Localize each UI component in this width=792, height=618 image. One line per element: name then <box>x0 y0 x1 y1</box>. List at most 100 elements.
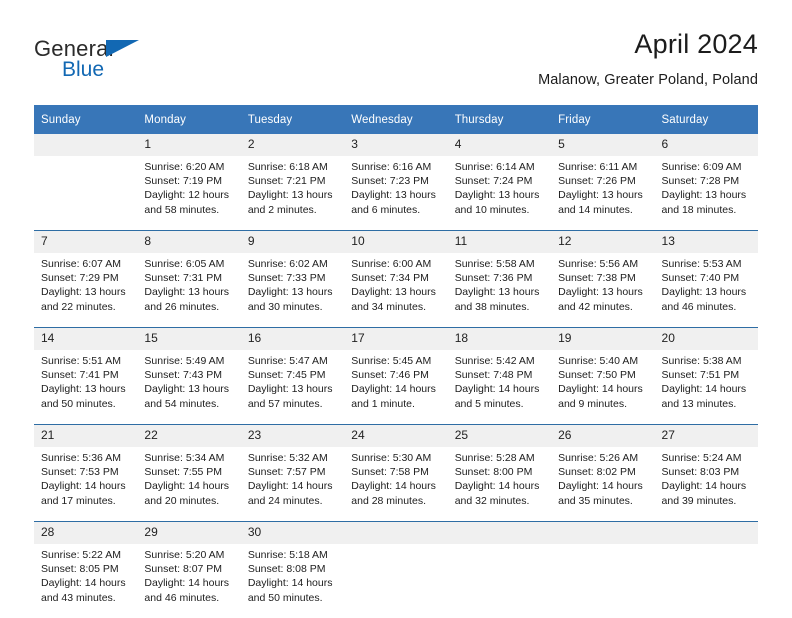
day-detail-line: Sunset: 7:58 PM <box>351 465 441 479</box>
general-blue-logo[interactable]: General Blue <box>34 28 214 84</box>
calendar-day-cell[interactable]: 28Sunrise: 5:22 AMSunset: 8:05 PMDayligh… <box>34 522 137 618</box>
calendar-day-cell[interactable]: 10Sunrise: 6:00 AMSunset: 7:34 PMDayligh… <box>344 231 447 328</box>
calendar-day-cell[interactable]: 22Sunrise: 5:34 AMSunset: 7:55 PMDayligh… <box>137 425 240 522</box>
day-detail-line: Daylight: 13 hours <box>144 382 234 396</box>
calendar-day-cell[interactable]: 24Sunrise: 5:30 AMSunset: 7:58 PMDayligh… <box>344 425 447 522</box>
day-detail-line: Sunset: 8:08 PM <box>248 562 338 576</box>
calendar-day-cell[interactable]: 21Sunrise: 5:36 AMSunset: 7:53 PMDayligh… <box>34 425 137 522</box>
day-details <box>448 544 551 618</box>
day-detail-line: and 32 minutes. <box>455 494 545 508</box>
day-details: Sunrise: 5:24 AMSunset: 8:03 PMDaylight:… <box>655 447 758 521</box>
calendar-week-row: 21Sunrise: 5:36 AMSunset: 7:53 PMDayligh… <box>34 425 758 522</box>
day-detail-line: Sunset: 7:38 PM <box>558 271 648 285</box>
calendar-day-cell[interactable]: 4Sunrise: 6:14 AMSunset: 7:24 PMDaylight… <box>448 134 551 231</box>
calendar-day-cell[interactable]: 14Sunrise: 5:51 AMSunset: 7:41 PMDayligh… <box>34 328 137 425</box>
calendar-day-cell[interactable]: 26Sunrise: 5:26 AMSunset: 8:02 PMDayligh… <box>551 425 654 522</box>
day-detail-line: Sunrise: 5:56 AM <box>558 257 648 271</box>
calendar-day-cell[interactable]: 3Sunrise: 6:16 AMSunset: 7:23 PMDaylight… <box>344 134 447 231</box>
day-detail-line: and 5 minutes. <box>455 397 545 411</box>
calendar-day-cell[interactable]: 5Sunrise: 6:11 AMSunset: 7:26 PMDaylight… <box>551 134 654 231</box>
day-detail-line: Sunset: 7:19 PM <box>144 174 234 188</box>
calendar-day-cell[interactable]: 16Sunrise: 5:47 AMSunset: 7:45 PMDayligh… <box>241 328 344 425</box>
calendar-day-cell[interactable]: 30Sunrise: 5:18 AMSunset: 8:08 PMDayligh… <box>241 522 344 618</box>
day-number: 7 <box>34 231 137 253</box>
day-number: 9 <box>241 231 344 253</box>
day-detail-line: Sunset: 7:29 PM <box>41 271 131 285</box>
weekday-header-wednesday: Wednesday <box>344 105 447 134</box>
weekday-header-saturday: Saturday <box>655 105 758 134</box>
calendar-day-cell[interactable]: 1Sunrise: 6:20 AMSunset: 7:19 PMDaylight… <box>137 134 240 231</box>
calendar-day-cell[interactable]: 29Sunrise: 5:20 AMSunset: 8:07 PMDayligh… <box>137 522 240 618</box>
day-detail-line: Sunrise: 5:40 AM <box>558 354 648 368</box>
day-detail-line: Sunset: 7:53 PM <box>41 465 131 479</box>
calendar-day-cell[interactable]: 12Sunrise: 5:56 AMSunset: 7:38 PMDayligh… <box>551 231 654 328</box>
calendar-day-cell[interactable]: 15Sunrise: 5:49 AMSunset: 7:43 PMDayligh… <box>137 328 240 425</box>
day-detail-line: Sunrise: 5:45 AM <box>351 354 441 368</box>
calendar-day-cell[interactable]: 23Sunrise: 5:32 AMSunset: 7:57 PMDayligh… <box>241 425 344 522</box>
day-detail-line: Sunrise: 5:24 AM <box>662 451 752 465</box>
day-number: 25 <box>448 425 551 447</box>
day-detail-line: Sunrise: 6:20 AM <box>144 160 234 174</box>
day-number: 22 <box>137 425 240 447</box>
day-details: Sunrise: 5:30 AMSunset: 7:58 PMDaylight:… <box>344 447 447 521</box>
day-detail-line: Sunrise: 6:11 AM <box>558 160 648 174</box>
day-detail-line: and 24 minutes. <box>248 494 338 508</box>
day-details: Sunrise: 5:28 AMSunset: 8:00 PMDaylight:… <box>448 447 551 521</box>
day-detail-line: and 43 minutes. <box>41 591 131 605</box>
day-detail-line: Sunrise: 5:34 AM <box>144 451 234 465</box>
day-detail-line: Sunrise: 5:49 AM <box>144 354 234 368</box>
calendar-day-cell[interactable]: 13Sunrise: 5:53 AMSunset: 7:40 PMDayligh… <box>655 231 758 328</box>
day-number <box>34 134 137 156</box>
day-detail-line: Sunset: 7:23 PM <box>351 174 441 188</box>
calendar-cell-empty <box>448 522 551 618</box>
day-detail-line: Sunset: 7:46 PM <box>351 368 441 382</box>
calendar-day-cell[interactable]: 6Sunrise: 6:09 AMSunset: 7:28 PMDaylight… <box>655 134 758 231</box>
calendar-day-cell[interactable]: 11Sunrise: 5:58 AMSunset: 7:36 PMDayligh… <box>448 231 551 328</box>
calendar-week-row: 28Sunrise: 5:22 AMSunset: 8:05 PMDayligh… <box>34 522 758 618</box>
day-detail-line: Daylight: 14 hours <box>144 479 234 493</box>
calendar-day-cell[interactable]: 25Sunrise: 5:28 AMSunset: 8:00 PMDayligh… <box>448 425 551 522</box>
calendar-day-cell[interactable]: 20Sunrise: 5:38 AMSunset: 7:51 PMDayligh… <box>655 328 758 425</box>
calendar-day-cell[interactable]: 7Sunrise: 6:07 AMSunset: 7:29 PMDaylight… <box>34 231 137 328</box>
calendar-page: General Blue April 2024 Malanow, Greater… <box>0 0 792 612</box>
day-detail-line: Sunset: 7:57 PM <box>248 465 338 479</box>
calendar-day-cell[interactable]: 2Sunrise: 6:18 AMSunset: 7:21 PMDaylight… <box>241 134 344 231</box>
day-number: 4 <box>448 134 551 156</box>
day-detail-line: Sunset: 7:24 PM <box>455 174 545 188</box>
day-detail-line: Daylight: 14 hours <box>248 479 338 493</box>
calendar-day-cell[interactable]: 19Sunrise: 5:40 AMSunset: 7:50 PMDayligh… <box>551 328 654 425</box>
day-details: Sunrise: 6:18 AMSunset: 7:21 PMDaylight:… <box>241 156 344 230</box>
day-number <box>551 522 654 544</box>
day-detail-line: Sunrise: 5:20 AM <box>144 548 234 562</box>
calendar-day-cell[interactable]: 17Sunrise: 5:45 AMSunset: 7:46 PMDayligh… <box>344 328 447 425</box>
day-detail-line: Daylight: 14 hours <box>351 479 441 493</box>
day-detail-line: and 54 minutes. <box>144 397 234 411</box>
calendar-day-cell[interactable]: 18Sunrise: 5:42 AMSunset: 7:48 PMDayligh… <box>448 328 551 425</box>
day-detail-line: Sunset: 7:31 PM <box>144 271 234 285</box>
day-detail-line: and 14 minutes. <box>558 203 648 217</box>
day-detail-line: Sunrise: 5:32 AM <box>248 451 338 465</box>
calendar-day-cell[interactable]: 8Sunrise: 6:05 AMSunset: 7:31 PMDaylight… <box>137 231 240 328</box>
day-detail-line: Sunrise: 5:38 AM <box>662 354 752 368</box>
day-detail-line: and 9 minutes. <box>558 397 648 411</box>
day-number: 1 <box>137 134 240 156</box>
day-detail-line: Sunrise: 5:28 AM <box>455 451 545 465</box>
day-detail-line: Sunrise: 5:47 AM <box>248 354 338 368</box>
weekday-header: SundayMondayTuesdayWednesdayThursdayFrid… <box>34 105 758 134</box>
day-number: 14 <box>34 328 137 350</box>
day-detail-line: Sunrise: 6:00 AM <box>351 257 441 271</box>
calendar-day-cell[interactable]: 9Sunrise: 6:02 AMSunset: 7:33 PMDaylight… <box>241 231 344 328</box>
day-details: Sunrise: 6:07 AMSunset: 7:29 PMDaylight:… <box>34 253 137 327</box>
day-number: 15 <box>137 328 240 350</box>
calendar-week-row: 7Sunrise: 6:07 AMSunset: 7:29 PMDaylight… <box>34 231 758 328</box>
day-detail-line: Sunrise: 5:36 AM <box>41 451 131 465</box>
day-number: 12 <box>551 231 654 253</box>
day-number: 19 <box>551 328 654 350</box>
day-detail-line: and 13 minutes. <box>662 397 752 411</box>
calendar-day-cell[interactable]: 27Sunrise: 5:24 AMSunset: 8:03 PMDayligh… <box>655 425 758 522</box>
day-detail-line: Daylight: 13 hours <box>41 285 131 299</box>
day-number: 10 <box>344 231 447 253</box>
day-number <box>655 522 758 544</box>
day-number: 27 <box>655 425 758 447</box>
day-number: 29 <box>137 522 240 544</box>
